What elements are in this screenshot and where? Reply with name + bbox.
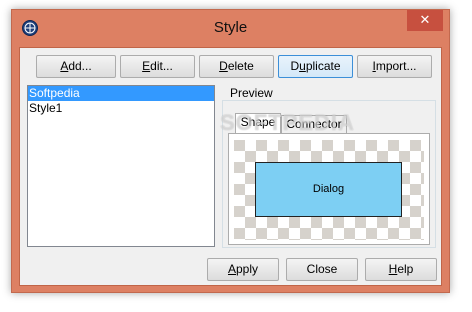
shape-preview-panel: Dialog xyxy=(228,133,430,245)
delete-label-post: elete xyxy=(227,59,254,73)
add-button[interactable]: Add... xyxy=(36,55,116,78)
help-button[interactable]: Help xyxy=(365,258,437,281)
title-bar[interactable]: Style ✕ xyxy=(12,10,449,46)
close-icon: ✕ xyxy=(419,12,431,27)
duplicate-label-post: plicate xyxy=(305,59,341,73)
add-label-post: dd... xyxy=(68,59,92,73)
apply-label-key: A xyxy=(227,262,236,276)
tab-connector[interactable]: Connector xyxy=(281,115,347,133)
preview-label: Preview xyxy=(230,86,273,100)
dialog-body: Add... Edit... Delete Duplicate Import..… xyxy=(19,47,442,286)
duplicate-button[interactable]: Duplicate xyxy=(278,55,353,78)
edit-label-post: dit... xyxy=(150,59,173,73)
close-button[interactable]: Close xyxy=(286,258,358,281)
import-button[interactable]: Import... xyxy=(357,55,432,78)
edit-button[interactable]: Edit... xyxy=(120,55,195,78)
delete-label-key: D xyxy=(219,59,228,73)
style-dialog: Style ✕ Add... Edit... Delete Duplicate … xyxy=(11,9,450,293)
close-window-button[interactable]: ✕ xyxy=(407,10,443,31)
tab-shape[interactable]: Shape xyxy=(235,113,281,133)
dialog-shape: Dialog xyxy=(255,162,402,217)
apply-button[interactable]: Apply xyxy=(207,258,279,281)
edit-label-key: E xyxy=(142,59,151,73)
delete-button[interactable]: Delete xyxy=(199,55,274,78)
apply-label-post: pply xyxy=(236,262,259,276)
help-label-post: elp xyxy=(397,262,414,276)
duplicate-label-pre: D xyxy=(290,59,300,73)
duplicate-label-key: u xyxy=(299,59,306,73)
import-label-post: mport... xyxy=(375,59,417,73)
list-item[interactable]: Softpedia xyxy=(28,86,214,101)
styles-listbox[interactable]: Softpedia Style1 xyxy=(27,85,215,247)
list-item[interactable]: Style1 xyxy=(28,101,214,116)
window-title: Style xyxy=(213,19,248,36)
